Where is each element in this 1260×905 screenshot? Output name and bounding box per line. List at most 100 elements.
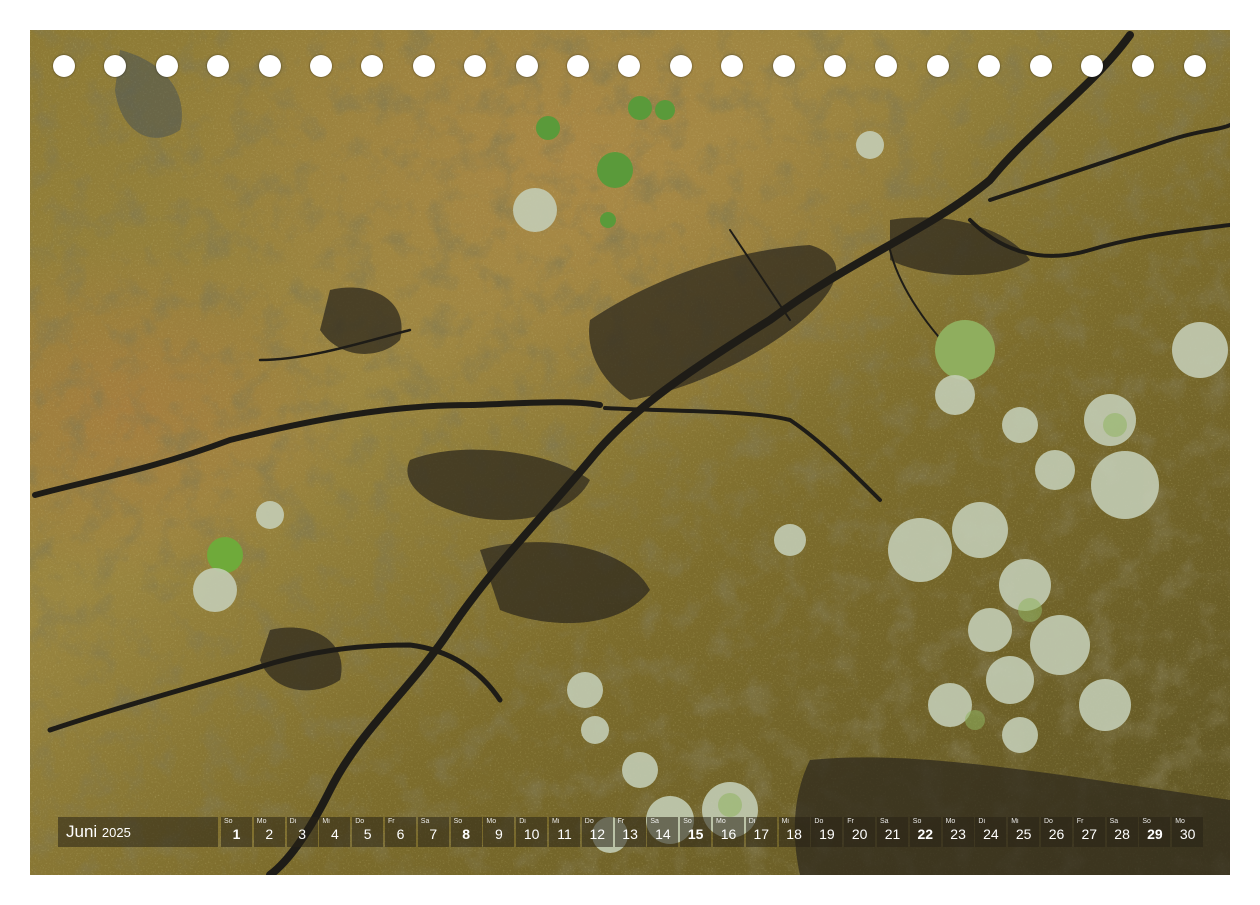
day-number: 16 bbox=[720, 826, 737, 842]
day-number: 6 bbox=[396, 826, 405, 842]
weekday-label: So bbox=[683, 818, 692, 825]
weekday-label: Mi bbox=[322, 818, 330, 825]
month-name: Juni 2025 bbox=[66, 822, 131, 842]
day-number: 24 bbox=[983, 826, 999, 842]
day-cell: So 8 bbox=[450, 817, 482, 847]
day-cell: Di 24 bbox=[975, 817, 1007, 847]
binding-hole bbox=[772, 55, 795, 77]
day-cell: So 15 bbox=[680, 817, 712, 847]
day-number: 9 bbox=[494, 826, 503, 842]
weekday-label: Do bbox=[1044, 818, 1053, 825]
day-number: 20 bbox=[851, 826, 868, 842]
weekday-label: Mo bbox=[945, 818, 956, 825]
day-number: 10 bbox=[523, 826, 540, 842]
weekday-label: Di bbox=[519, 818, 526, 825]
day-cell: So 29 bbox=[1139, 817, 1171, 847]
day-number: 26 bbox=[1048, 826, 1065, 842]
day-number: 18 bbox=[786, 826, 802, 842]
day-number: 17 bbox=[753, 826, 770, 842]
weekday-label: Mo bbox=[486, 818, 497, 825]
day-cell: Fr 27 bbox=[1073, 817, 1105, 847]
weekday-label: So bbox=[453, 818, 463, 825]
day-cell: Mo 23 bbox=[942, 817, 974, 847]
day-cell: Mo 16 bbox=[713, 817, 744, 847]
day-cell: Do 26 bbox=[1041, 817, 1072, 847]
aerial-wetland-photo bbox=[30, 30, 1230, 875]
day-number: 4 bbox=[330, 826, 339, 842]
weekday-label: Di bbox=[978, 818, 986, 825]
calendar-page bbox=[30, 30, 1230, 875]
day-number: 19 bbox=[819, 826, 835, 842]
binding-hole bbox=[1183, 55, 1206, 77]
weekday-label: Sa bbox=[880, 818, 889, 825]
weekday-label: Do bbox=[584, 818, 594, 825]
day-cell: Sa 21 bbox=[877, 817, 908, 847]
day-cell: Mo 30 bbox=[1172, 817, 1204, 847]
weekday-label: Do bbox=[355, 818, 365, 825]
day-cell: Do 19 bbox=[811, 817, 843, 847]
day-number: 3 bbox=[298, 826, 306, 842]
day-cell: Do 12 bbox=[581, 817, 613, 847]
day-number: 30 bbox=[1179, 826, 1196, 842]
day-number: 8 bbox=[462, 826, 470, 842]
day-cell: Di 10 bbox=[516, 817, 548, 847]
weekday-label: Di bbox=[748, 818, 756, 825]
month-text: Juni bbox=[66, 822, 98, 841]
weekday-label: Mi bbox=[552, 818, 560, 825]
day-cell: Fr 13 bbox=[614, 817, 646, 847]
day-number: 12 bbox=[589, 826, 606, 842]
spiral-binding-holes bbox=[0, 0, 1260, 77]
weekday-label: Fr bbox=[617, 818, 625, 825]
day-number: 23 bbox=[950, 826, 966, 842]
day-cell: So 22 bbox=[909, 817, 941, 847]
weekday-label: So bbox=[1142, 818, 1151, 825]
day-cell: Sa 14 bbox=[647, 817, 679, 847]
day-cell: Mo 9 bbox=[483, 817, 515, 847]
binding-hole bbox=[412, 55, 435, 77]
binding-hole bbox=[926, 55, 949, 77]
weekday-label: Mo bbox=[256, 818, 267, 825]
binding-hole bbox=[53, 55, 75, 77]
day-cell: Mi 18 bbox=[778, 817, 810, 847]
day-number: 2 bbox=[265, 826, 274, 842]
weekday-label: Mi bbox=[781, 818, 789, 825]
calendar-strip: Juni 2025 So 1 Mo 2 Di 3 Mi 4 Do 5 Fr 6 Sa 7 So 8 Mo 9 Di 1… bbox=[58, 817, 1204, 849]
day-cell: Sa 28 bbox=[1106, 817, 1138, 847]
day-number: 7 bbox=[429, 826, 438, 842]
weekday-label: Di bbox=[289, 818, 297, 825]
binding-hole bbox=[310, 55, 332, 77]
day-cell: So 1 bbox=[221, 817, 252, 847]
day-number: 15 bbox=[687, 826, 704, 842]
binding-hole bbox=[1029, 55, 1052, 77]
day-cell: Sa 7 bbox=[417, 817, 449, 847]
weekday-label: Sa bbox=[420, 818, 430, 825]
day-number: 28 bbox=[1114, 826, 1130, 842]
weekday-label: Sa bbox=[1109, 818, 1119, 825]
month-label: Juni 2025 bbox=[58, 817, 218, 847]
weekday-label: So bbox=[912, 818, 922, 825]
weekday-label: Mo bbox=[1175, 818, 1185, 825]
day-cell: Do 5 bbox=[352, 817, 384, 847]
binding-hole bbox=[155, 55, 178, 77]
binding-hole bbox=[258, 55, 281, 77]
day-number: 13 bbox=[622, 826, 638, 842]
weekday-label: Fr bbox=[388, 818, 395, 825]
weekday-label: Mi bbox=[1011, 818, 1019, 825]
weekday-label: Do bbox=[814, 818, 824, 825]
binding-hole bbox=[1081, 55, 1103, 77]
day-number: 21 bbox=[884, 826, 901, 842]
day-cell: Di 17 bbox=[745, 817, 777, 847]
day-number: 11 bbox=[557, 826, 572, 842]
weekday-label: Mo bbox=[716, 818, 726, 825]
day-cell: Fr 6 bbox=[385, 817, 416, 847]
day-cell: Fr 20 bbox=[844, 817, 876, 847]
day-number: 29 bbox=[1147, 826, 1163, 842]
day-number: 1 bbox=[232, 826, 241, 842]
day-cell: Di 3 bbox=[286, 817, 318, 847]
year-text: 2025 bbox=[101, 825, 131, 840]
day-cell: Mo 2 bbox=[253, 817, 285, 847]
day-number: 14 bbox=[655, 826, 671, 842]
binding-hole bbox=[515, 55, 538, 77]
day-number: 5 bbox=[363, 826, 372, 842]
day-number: 25 bbox=[1015, 826, 1032, 842]
